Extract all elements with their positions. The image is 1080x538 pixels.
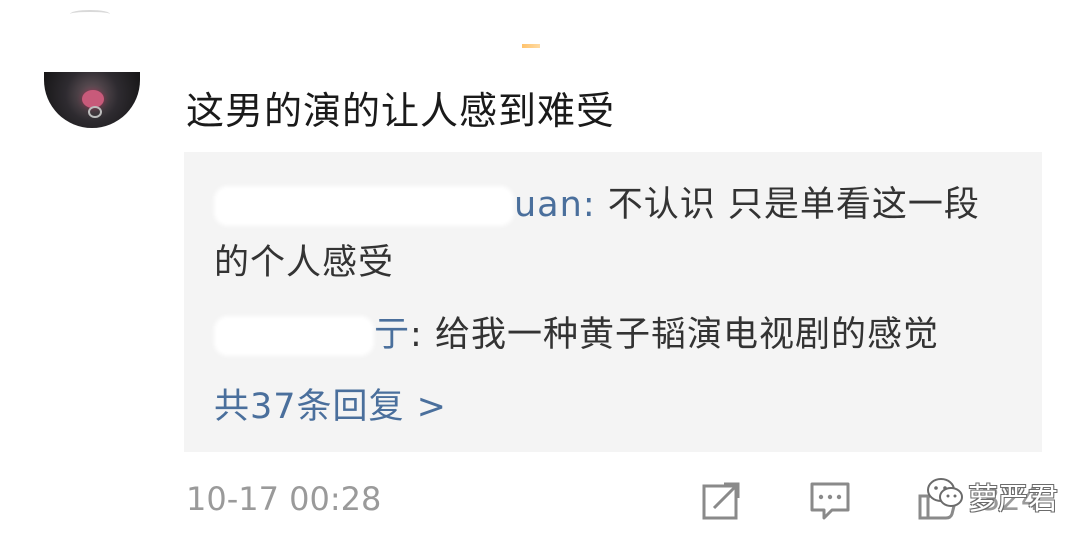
reply-item[interactable]: 亍: 给我一种黄子韬演电视剧的感觉: [214, 306, 1014, 364]
reply-username[interactable]: 亍: [374, 315, 410, 355]
redacted-username: [214, 316, 374, 356]
like-count: 324: [980, 480, 1042, 518]
reply-text: 给我一种黄子韬演电视剧的感觉: [434, 315, 939, 355]
comment-text: 这男的演的让人感到难受: [186, 89, 616, 133]
comment-timestamp: 10-17 00:28: [186, 480, 382, 518]
previous-avatar-edge: [70, 10, 110, 18]
reply-box[interactable]: uan: 不认识 只是单看这一段的个人感受 亍: 给我一种黄子韬演电视剧的感觉 …: [184, 152, 1042, 452]
reply-username[interactable]: uan: [514, 185, 583, 225]
thumbs-up-icon[interactable]: [916, 478, 960, 522]
reply-separator: :: [582, 185, 608, 225]
avatar[interactable]: [44, 72, 140, 128]
avatar-ring: [88, 106, 102, 118]
comment-screen: 这男的演的让人感到难受 uan: 不认识 只是单看这一段的个人感受 亍: 给我一…: [0, 0, 1080, 538]
more-replies-link[interactable]: 共37条回复 >: [214, 378, 447, 429]
reply-item[interactable]: uan: 不认识 只是单看这一段的个人感受: [214, 176, 1014, 292]
reply-separator: :: [410, 315, 435, 355]
decorative-speck: [522, 44, 540, 48]
redacted-username: [214, 186, 514, 226]
share-icon[interactable]: [700, 478, 744, 522]
comment-icon[interactable]: [808, 478, 852, 522]
